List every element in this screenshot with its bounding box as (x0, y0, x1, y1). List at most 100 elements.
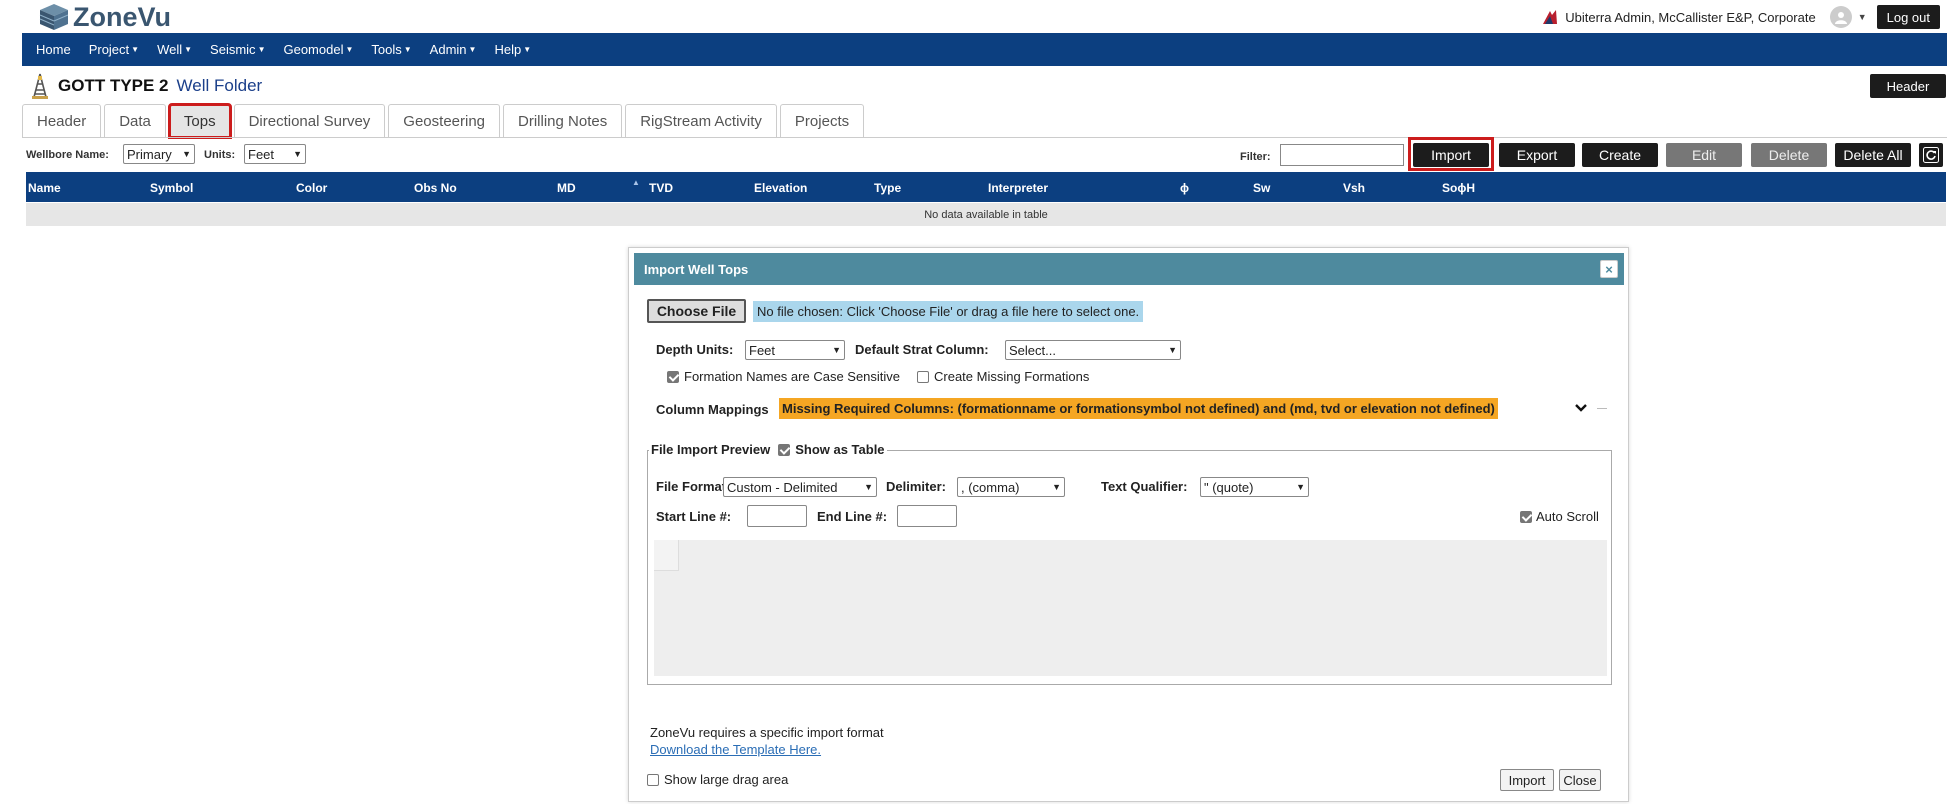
depth-units-label: Depth Units: (656, 342, 734, 357)
column-header[interactable]: Interpreter (988, 181, 1048, 195)
user-area: Ubiterra Admin, McCallister E&P, Corpora… (1541, 4, 1958, 30)
user-menu-caret-icon[interactable]: ▼ (1858, 12, 1867, 22)
create-missing-option[interactable]: Create Missing Formations (917, 369, 1089, 384)
column-mappings-label: Column Mappings (656, 402, 769, 417)
header-button[interactable]: Header (1870, 74, 1946, 98)
units-label: Units: (204, 149, 236, 161)
wellbore-select[interactable]: Primary ▼ (123, 144, 195, 164)
column-header[interactable]: Type (874, 181, 901, 195)
nav-item-tools[interactable]: Tools ▼ (371, 42, 411, 57)
file-drop-hint[interactable]: No file chosen: Click 'Choose File' or d… (753, 301, 1144, 322)
strat-column-select[interactable]: Select... ▼ (1005, 340, 1181, 360)
nav-item-help[interactable]: Help ▼ (494, 42, 531, 57)
tab-geosteering[interactable]: Geosteering (388, 104, 501, 138)
chevron-down-icon: ▼ (345, 45, 354, 54)
units-value: Feet (248, 146, 275, 162)
nav-item-well[interactable]: Well ▼ (157, 42, 192, 57)
dialog-import-button[interactable]: Import (1500, 769, 1554, 791)
show-as-table-label: Show as Table (795, 442, 885, 457)
dialog-close-button[interactable]: Close (1559, 769, 1601, 791)
preview-table-corner-cell (654, 540, 679, 571)
file-import-preview-label: File Import Preview (651, 442, 771, 457)
choose-file-button[interactable]: Choose File (647, 299, 746, 323)
text-qualifier-select[interactable]: " (quote) ▼ (1200, 477, 1309, 497)
column-header[interactable]: Sw (1253, 181, 1270, 195)
dialog-header: Import Well Tops × (634, 253, 1624, 285)
column-header[interactable]: Elevation (754, 181, 807, 195)
tab-projects[interactable]: Projects (779, 104, 865, 138)
import-button[interactable]: Import (1413, 143, 1489, 167)
start-line-label: Start Line #: (656, 509, 732, 524)
start-line-input[interactable] (747, 505, 807, 527)
file-format-value: Custom - Delimited (727, 479, 838, 495)
create-missing-checkbox[interactable] (917, 370, 929, 383)
missing-columns-warning: Missing Required Columns: (formationname… (779, 398, 1498, 419)
download-template-link[interactable]: Download the Template Here. (650, 742, 821, 757)
end-line-input[interactable] (897, 505, 957, 527)
tops-toolbar: Wellbore Name: Primary ▼ Units: Feet ▼ Fil… (26, 137, 1946, 171)
column-header[interactable]: ϕ (1180, 181, 1189, 195)
nav-item-seismic[interactable]: Seismic ▼ (210, 42, 265, 57)
file-import-preview-legend: File Import Preview Show as Table (649, 442, 887, 457)
avatar[interactable] (1829, 6, 1852, 28)
nav-item-label: Help (494, 42, 522, 57)
organization-icon (1543, 10, 1558, 24)
export-button[interactable]: Export (1499, 143, 1575, 167)
nav-item-home[interactable]: Home (36, 42, 71, 57)
column-header[interactable]: MD (557, 181, 576, 195)
delimiter-select[interactable]: , (comma) ▼ (957, 477, 1065, 497)
nav-item-project[interactable]: Project ▼ (89, 42, 139, 57)
column-header[interactable]: Name (28, 181, 61, 195)
case-sensitive-option[interactable]: Formation Names are Case Sensitive (667, 369, 900, 384)
case-sensitive-checkbox[interactable] (667, 370, 679, 383)
text-qualifier-value: " (quote) (1204, 479, 1254, 495)
units-select[interactable]: Feet ▼ (244, 144, 306, 164)
column-header[interactable]: Symbol (150, 181, 193, 195)
filter-input[interactable] (1280, 144, 1404, 166)
tab-data[interactable]: Data (104, 104, 166, 138)
depth-units-select[interactable]: Feet ▼ (745, 340, 845, 360)
app-logo[interactable]: ZoneVu (38, 2, 171, 32)
preview-table-area[interactable] (654, 540, 1607, 676)
column-header[interactable]: SoϕH (1442, 181, 1475, 195)
refresh-button[interactable] (1919, 143, 1943, 167)
column-header[interactable]: Color (296, 181, 327, 195)
chevron-down-icon: ▼ (1168, 345, 1177, 355)
large-drag-checkbox[interactable] (647, 773, 659, 786)
show-as-table-checkbox[interactable] (778, 443, 791, 456)
logo-cube-icon (39, 4, 69, 30)
auto-scroll-checkbox[interactable] (1520, 510, 1532, 523)
user-display[interactable]: Ubiterra Admin, McCallister E&P, Corpora… (1565, 10, 1815, 25)
column-header[interactable]: Obs No (414, 181, 457, 195)
nav-item-label: Geomodel (283, 42, 344, 57)
file-format-select[interactable]: Custom - Delimited ▼ (723, 477, 877, 497)
chevron-down-icon[interactable] (1574, 401, 1588, 416)
tab-drilling-notes[interactable]: Drilling Notes (503, 104, 623, 138)
tab-header[interactable]: Header (22, 104, 102, 138)
auto-scroll-option[interactable]: Auto Scroll (1520, 509, 1599, 524)
nav-item-label: Seismic (210, 42, 256, 57)
strat-column-label: Default Strat Column: (855, 342, 989, 357)
tab-tops[interactable]: Tops (167, 103, 232, 139)
collapse-line (1597, 408, 1607, 409)
delete-button[interactable]: Delete (1751, 143, 1827, 167)
well-folder-label: Well Folder (176, 76, 263, 95)
delete-all-button[interactable]: Delete All (1835, 143, 1911, 167)
tab-rigstream-activity[interactable]: RigStream Activity (625, 104, 777, 138)
delimiter-value: , (comma) (961, 479, 1020, 495)
column-header[interactable]: TVD (649, 181, 673, 195)
large-drag-option[interactable]: Show large drag area (647, 772, 788, 787)
logout-button[interactable]: Log out (1876, 5, 1940, 29)
nav-item-label: Well (157, 42, 183, 57)
create-button[interactable]: Create (1582, 143, 1658, 167)
tab-directional-survey[interactable]: Directional Survey (233, 104, 386, 138)
close-icon[interactable]: × (1600, 260, 1618, 278)
filter-label: Filter: (1240, 151, 1271, 163)
edit-button[interactable]: Edit (1666, 143, 1742, 167)
nav-item-geomodel[interactable]: Geomodel ▼ (283, 42, 353, 57)
nav-item-admin[interactable]: Admin ▼ (430, 42, 477, 57)
create-missing-label: Create Missing Formations (934, 369, 1090, 384)
chevron-down-icon: ▼ (864, 482, 873, 492)
chevron-down-icon: ▼ (832, 345, 841, 355)
column-header[interactable]: Vsh (1343, 181, 1365, 195)
